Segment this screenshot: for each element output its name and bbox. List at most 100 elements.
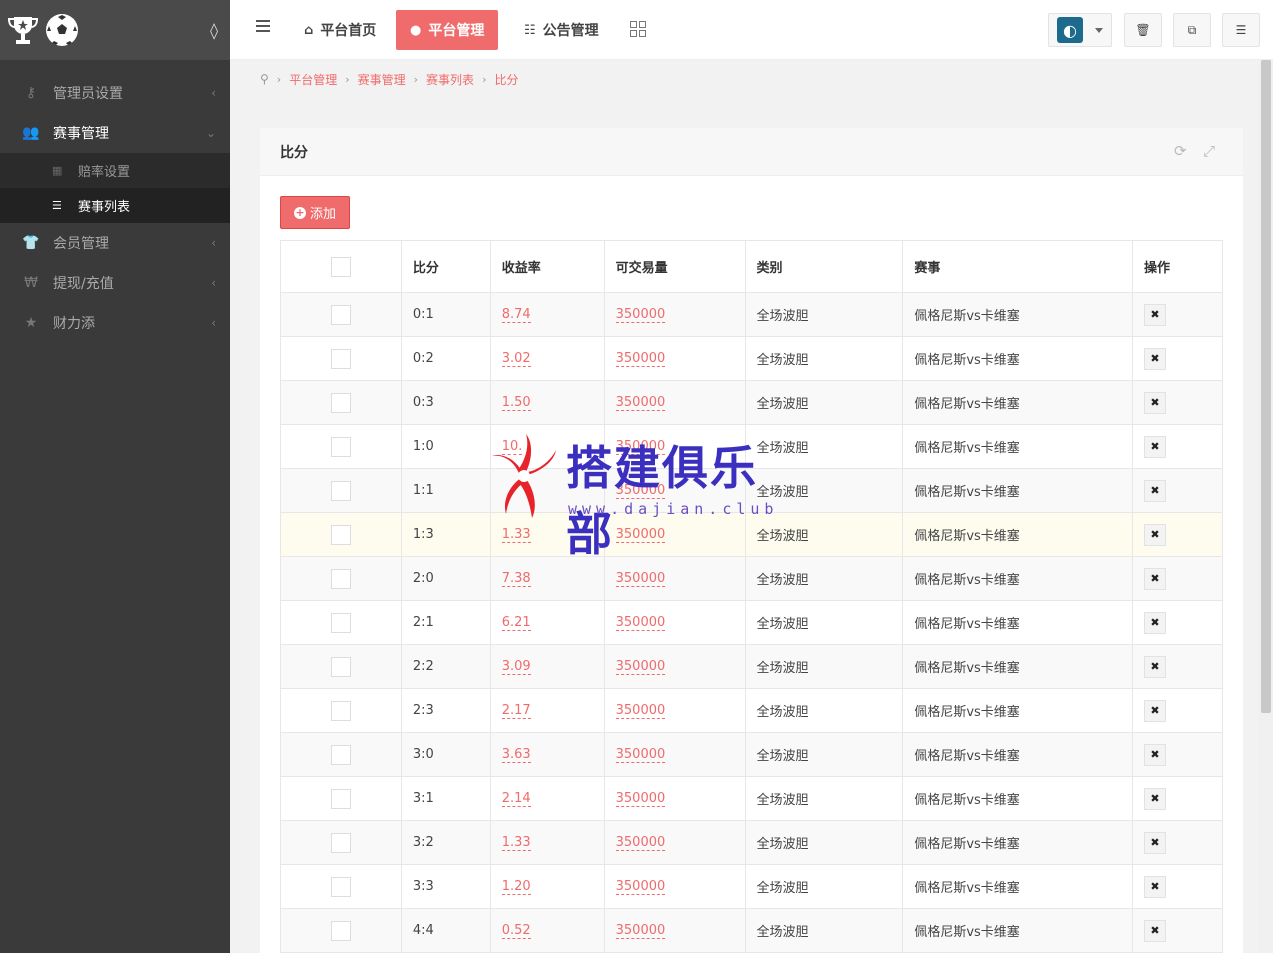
row-checkbox[interactable] [330, 568, 351, 589]
delete-button[interactable]: ✖ [1144, 391, 1167, 414]
clear-cache-button[interactable]: 🗑 [1124, 13, 1162, 47]
tab-announcement-management[interactable]: ☷ 公告管理 [510, 10, 613, 50]
delete-button[interactable]: ✖ [1144, 699, 1167, 722]
row-checkbox[interactable] [330, 348, 351, 369]
volume-editable[interactable]: 350000 [615, 395, 666, 411]
breadcrumb-link[interactable]: 赛事列表 [426, 71, 474, 88]
settings-panel-button[interactable]: ☰ [1222, 13, 1260, 47]
delete-button[interactable]: ✖ [1144, 611, 1167, 634]
row-checkbox[interactable] [330, 612, 351, 633]
delete-button[interactable]: ✖ [1144, 743, 1167, 766]
table-row[interactable]: 2:1 6.21 350000 全场波胆 佩格尼斯vs卡维塞 ✖ [280, 600, 1223, 645]
volume-editable[interactable]: 350000 [615, 571, 666, 587]
row-checkbox[interactable] [330, 920, 351, 941]
table-row[interactable]: 4:4 0.52 350000 全场波胆 佩格尼斯vs卡维塞 ✖ [280, 908, 1223, 953]
theme-drop-icon[interactable]: ◊ [210, 21, 218, 40]
sidebar-subitem-odds-settings[interactable]: ▦ 赔率设置 [0, 153, 230, 188]
add-button[interactable]: + 添加 [280, 196, 350, 229]
rate-editable[interactable]: 2.17 [501, 703, 531, 719]
tab-platform-management[interactable]: ● 平台管理 [396, 10, 499, 50]
table-row[interactable]: 2:3 2.17 350000 全场波胆 佩格尼斯vs卡维塞 ✖ [280, 688, 1223, 733]
table-row[interactable]: 3:3 1.20 350000 全场波胆 佩格尼斯vs卡维塞 ✖ [280, 864, 1223, 909]
volume-editable[interactable]: 350000 [615, 923, 666, 939]
table-row[interactable]: 2:2 3.09 350000 全场波胆 佩格尼斯vs卡维塞 ✖ [280, 644, 1223, 689]
sidebar-subitem-match-list[interactable]: ☰ 赛事列表 [0, 188, 230, 223]
row-checkbox[interactable] [330, 876, 351, 897]
fullscreen-icon[interactable]: ⤢ [1203, 142, 1215, 160]
brand-logo[interactable] [6, 12, 80, 48]
volume-editable[interactable]: 350000 [615, 659, 666, 675]
sidebar-item-withdraw-recharge[interactable]: ₩ 提现/充值 ‹ [0, 263, 230, 303]
volume-editable[interactable]: 350000 [615, 879, 666, 895]
rate-editable[interactable]: 1.20 [501, 879, 531, 895]
delete-button[interactable]: ✖ [1144, 567, 1167, 590]
rate-editable[interactable]: 2.14 [501, 791, 531, 807]
apps-grid-icon[interactable] [630, 21, 646, 37]
rate-editable[interactable]: 8.74 [501, 307, 531, 323]
row-checkbox[interactable] [330, 656, 351, 677]
page-scrollbar[interactable] [1259, 60, 1273, 953]
rate-editable[interactable]: 3.63 [501, 747, 531, 763]
scrollbar-thumb[interactable] [1261, 60, 1271, 713]
refresh-icon[interactable]: ⟳ [1174, 142, 1187, 160]
row-checkbox[interactable] [330, 832, 351, 853]
column-header[interactable]: 收益率 [489, 240, 605, 293]
volume-editable[interactable]: 350000 [615, 703, 666, 719]
volume-editable[interactable]: 350000 [615, 747, 666, 763]
delete-button[interactable]: ✖ [1144, 655, 1167, 678]
delete-button[interactable]: ✖ [1144, 435, 1167, 458]
row-checkbox[interactable] [330, 392, 351, 413]
row-checkbox[interactable] [330, 436, 351, 457]
column-header[interactable]: 赛事 [902, 240, 1134, 293]
rate-editable[interactable]: 1.33 [501, 835, 531, 851]
volume-editable[interactable]: 350000 [615, 351, 666, 367]
rate-editable[interactable]: 0.52 [501, 923, 531, 939]
user-avatar-dropdown[interactable]: ◐ [1048, 13, 1112, 47]
column-header[interactable]: 可交易量 [603, 240, 746, 293]
sidebar-item-admin-settings[interactable]: ⚷ 管理员设置 ‹ [0, 73, 230, 113]
row-checkbox[interactable] [330, 744, 351, 765]
delete-button[interactable]: ✖ [1144, 347, 1167, 370]
delete-button[interactable]: ✖ [1144, 831, 1167, 854]
column-header[interactable]: 类别 [744, 240, 904, 293]
rate-editable[interactable]: 1.33 [501, 527, 531, 543]
open-frontend-button[interactable]: ⧉ [1173, 13, 1211, 47]
rate-editable[interactable]: 3.09 [501, 659, 531, 675]
table-row[interactable]: 0:3 1.50 350000 全场波胆 佩格尼斯vs卡维塞 ✖ [280, 380, 1223, 425]
table-row[interactable]: 3:1 2.14 350000 全场波胆 佩格尼斯vs卡维塞 ✖ [280, 776, 1223, 821]
volume-editable[interactable]: 350000 [615, 615, 666, 631]
category-cell: 全场波胆 [744, 292, 904, 337]
rate-editable[interactable]: 7.38 [501, 571, 531, 587]
row-checkbox[interactable] [330, 524, 351, 545]
table-row[interactable]: 3:0 3.63 350000 全场波胆 佩格尼斯vs卡维塞 ✖ [280, 732, 1223, 777]
row-checkbox[interactable] [330, 700, 351, 721]
rate-editable[interactable]: 1.50 [501, 395, 531, 411]
volume-editable[interactable]: 350000 [615, 307, 666, 323]
row-checkbox[interactable] [330, 788, 351, 809]
table-row[interactable]: 0:2 3.02 350000 全场波胆 佩格尼斯vs卡维塞 ✖ [280, 336, 1223, 381]
column-header[interactable]: 比分 [400, 240, 491, 293]
sidebar-item-match-management[interactable]: 👥 赛事管理 ⌄ [0, 113, 230, 153]
delete-button[interactable]: ✖ [1144, 303, 1167, 326]
breadcrumb-link[interactable]: 平台管理 [289, 71, 337, 88]
delete-button[interactable]: ✖ [1144, 875, 1167, 898]
select-cell [280, 600, 402, 645]
delete-button[interactable]: ✖ [1144, 479, 1167, 502]
rate-editable[interactable]: 3.02 [501, 351, 531, 367]
row-checkbox[interactable] [330, 480, 351, 501]
delete-button[interactable]: ✖ [1144, 787, 1167, 810]
rate-editable[interactable]: 6.21 [501, 615, 531, 631]
delete-button[interactable]: ✖ [1144, 523, 1167, 546]
volume-editable[interactable]: 350000 [615, 791, 666, 807]
delete-button[interactable]: ✖ [1144, 919, 1167, 942]
row-checkbox[interactable] [330, 304, 351, 325]
table-row[interactable]: 3:2 1.33 350000 全场波胆 佩格尼斯vs卡维塞 ✖ [280, 820, 1223, 865]
table-row[interactable]: 0:1 8.74 350000 全场波胆 佩格尼斯vs卡维塞 ✖ [280, 292, 1223, 337]
sidebar-item-member-management[interactable]: 👕 会员管理 ‹ [0, 223, 230, 263]
select-all-checkbox[interactable] [330, 256, 351, 277]
tab-platform-home[interactable]: ⌂ 平台首页 [290, 10, 390, 50]
menu-toggle-icon[interactable] [256, 20, 270, 34]
volume-editable[interactable]: 350000 [615, 835, 666, 851]
sidebar-item-finance[interactable]: ★ 财力添 ‹ [0, 303, 230, 343]
breadcrumb-link[interactable]: 赛事管理 [358, 71, 406, 88]
